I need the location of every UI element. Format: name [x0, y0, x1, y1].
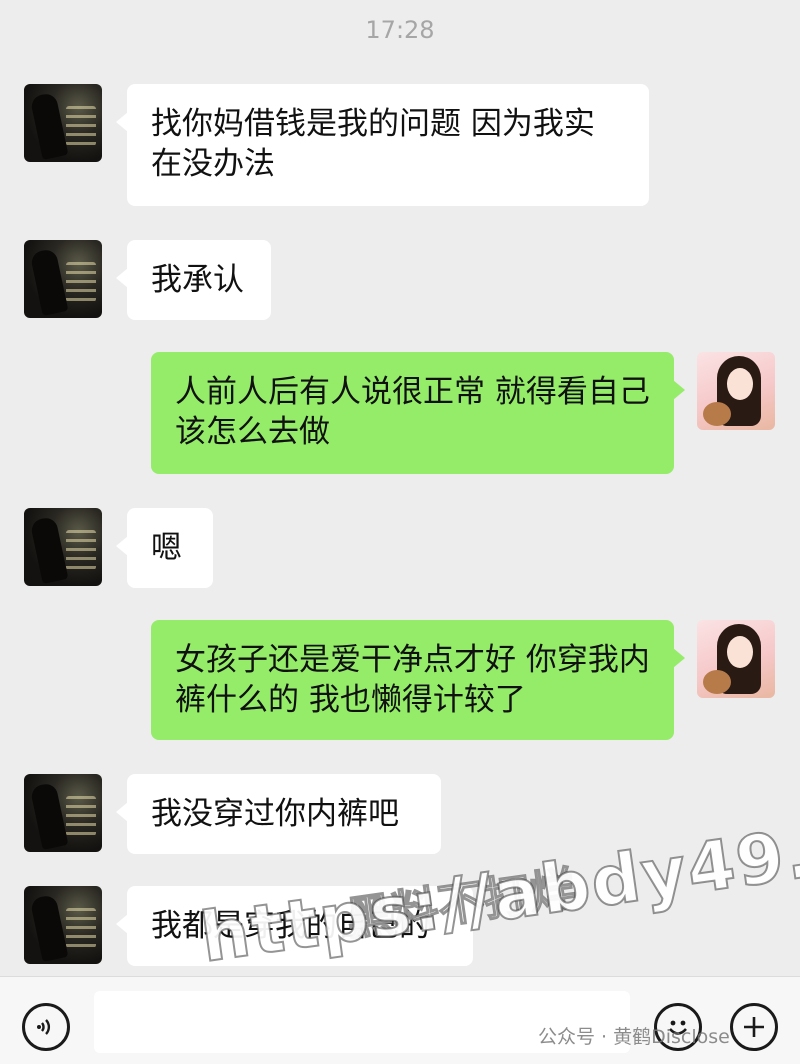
received-message-bubble[interactable]: 找你妈借钱是我的问题 因为我实在没办法	[116, 84, 649, 206]
received-message-bubble[interactable]: 我没穿过你内裤吧	[116, 774, 441, 854]
plus-icon[interactable]	[730, 1003, 778, 1051]
source-watermark: 公众号 · 黄鹤Disclose	[538, 1026, 730, 1048]
received-message-bubble[interactable]: 嗯	[116, 508, 213, 588]
chat-screen: 17:28 找你妈借钱是我的问题 因为我实在没办法 我承认 人前人后有人说很正常…	[0, 0, 800, 1064]
my-avatar[interactable]	[697, 352, 775, 430]
received-message-bubble[interactable]: 我承认	[116, 240, 271, 320]
contact-avatar[interactable]	[24, 84, 102, 162]
received-message-bubble[interactable]: 我都是穿我的自己的	[116, 886, 473, 966]
contact-avatar[interactable]	[24, 240, 102, 318]
sent-message-bubble[interactable]: 女孩子还是爱干净点才好 你穿我内裤什么的 我也懒得计较了	[151, 620, 685, 740]
message-timestamp: 17:28	[365, 16, 435, 44]
voice-icon[interactable]	[22, 1003, 70, 1051]
contact-avatar[interactable]	[24, 886, 102, 964]
contact-avatar[interactable]	[24, 508, 102, 586]
contact-avatar[interactable]	[24, 774, 102, 852]
sent-message-bubble[interactable]: 人前人后有人说很正常 就得看自己该怎么去做	[151, 352, 685, 474]
my-avatar[interactable]	[697, 620, 775, 698]
chat-input-bar	[0, 976, 800, 1064]
